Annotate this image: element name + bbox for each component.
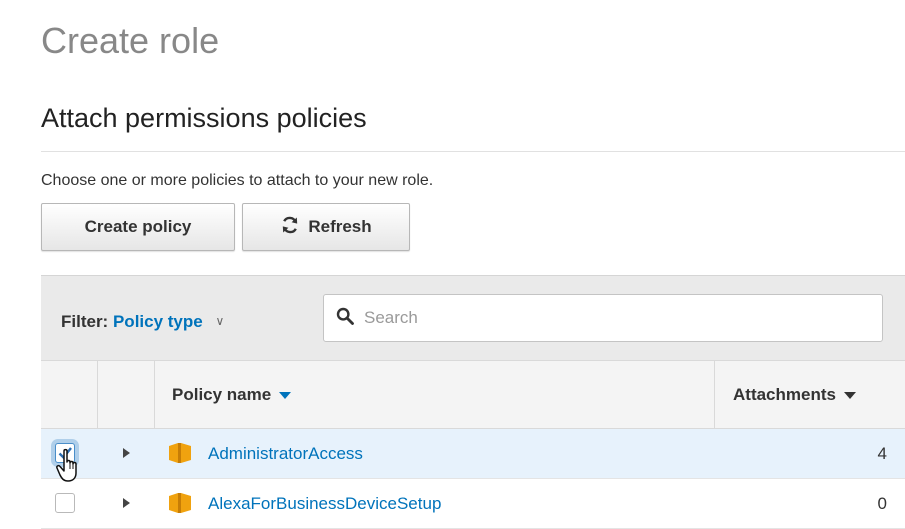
section-description: Choose one or more policies to attach to… <box>41 172 434 189</box>
create-policy-button[interactable]: Create policy <box>41 203 235 251</box>
policy-box-icon <box>168 493 192 518</box>
row-checkbox[interactable] <box>55 493 75 513</box>
policy-name-link[interactable]: AdministratorAccess <box>208 444 363 464</box>
table-row[interactable]: AdministratorAccess 4 <box>41 429 905 479</box>
sort-down-icon <box>279 392 292 400</box>
sort-down-icon <box>843 392 856 400</box>
refresh-icon <box>280 215 300 240</box>
column-divider <box>714 361 715 428</box>
filter-control: Filter: Policy type ∨ <box>61 312 224 332</box>
policy-type-value: Policy type <box>112 312 203 331</box>
attachments-count: 4 <box>877 444 887 463</box>
policy-type-dropdown[interactable]: Policy type ∨ <box>113 312 224 331</box>
policy-name-header-label: Policy name <box>172 385 272 404</box>
create-policy-label: Create policy <box>84 217 192 236</box>
section-title: Attach permissions policies <box>41 103 367 133</box>
search-icon <box>336 307 354 330</box>
policy-box-icon <box>168 443 192 468</box>
filter-panel: Filter: Policy type ∨ <box>41 275 905 360</box>
expand-row-icon[interactable] <box>123 448 130 458</box>
attachments-header-label: Attachments <box>733 385 836 404</box>
search-box[interactable] <box>323 294 883 342</box>
column-divider <box>97 361 98 428</box>
refresh-button[interactable]: Refresh <box>242 203 410 251</box>
refresh-label: Refresh <box>308 217 372 236</box>
search-input[interactable] <box>362 307 866 329</box>
attachments-column-header[interactable]: Attachments <box>733 385 856 405</box>
section-divider <box>41 151 905 152</box>
expand-row-icon[interactable] <box>123 498 130 508</box>
hand-pointer-icon <box>55 448 83 489</box>
column-divider <box>154 361 155 428</box>
chevron-down-icon: ∨ <box>215 314 225 328</box>
policy-name-link[interactable]: AlexaForBusinessDeviceSetup <box>208 494 441 514</box>
filter-label: Filter: <box>61 312 109 331</box>
attachments-count: 0 <box>877 494 887 513</box>
table-header: Policy name Attachments <box>41 360 905 429</box>
page-title: Create role <box>41 20 220 61</box>
policy-name-column-header[interactable]: Policy name <box>172 385 292 405</box>
table-row[interactable]: AlexaForBusinessDeviceSetup 0 <box>41 479 905 529</box>
